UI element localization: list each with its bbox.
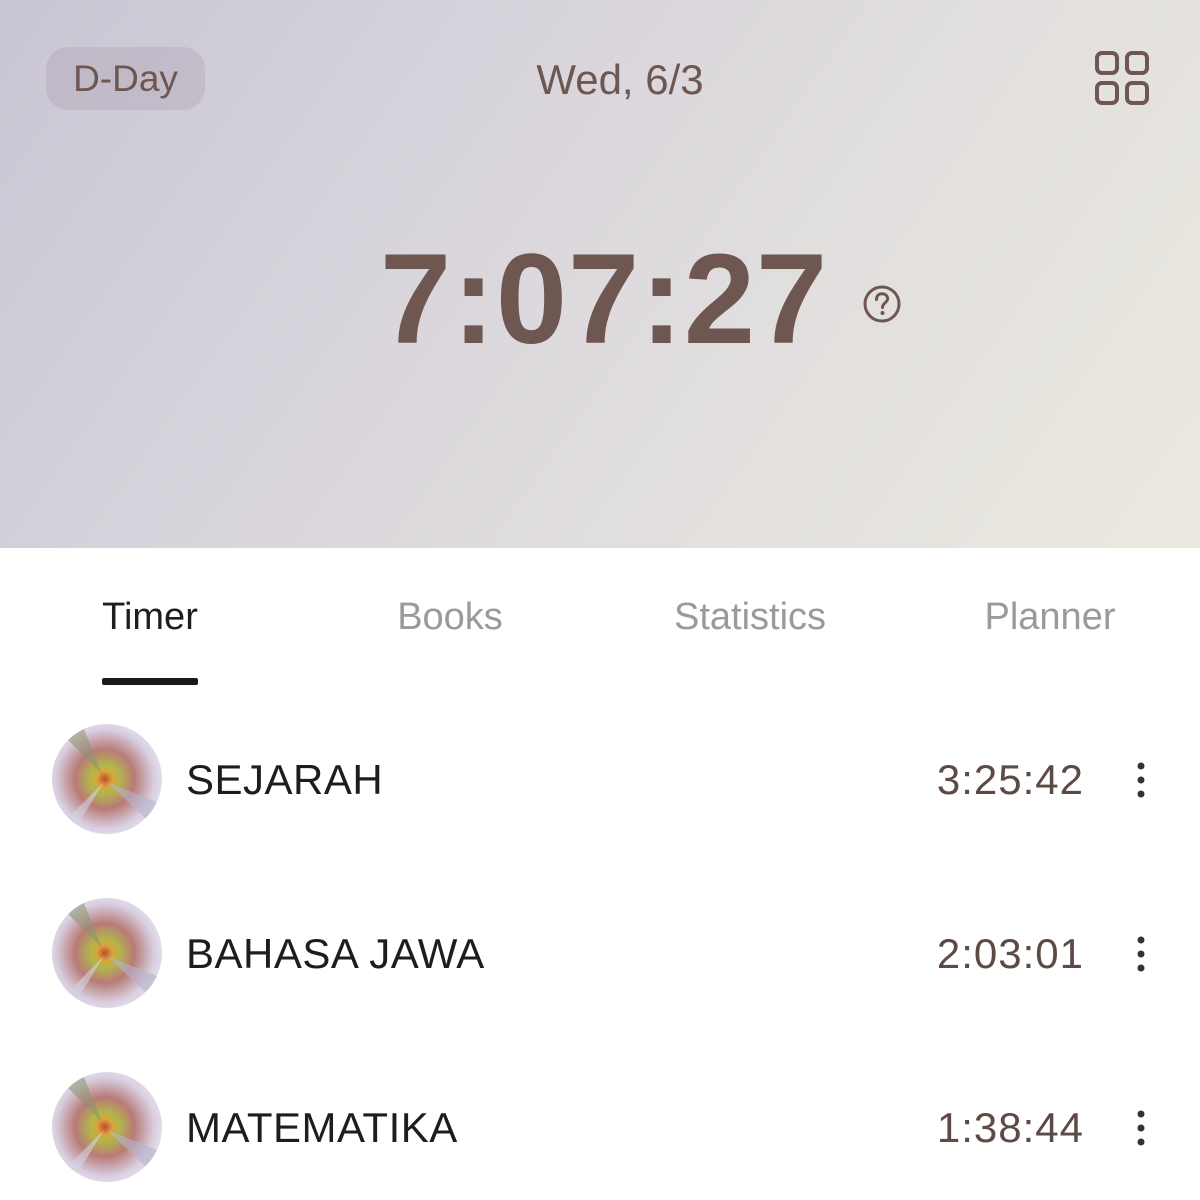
header-panel: D-Day Wed, 6/3 7:07:27 <box>0 0 1200 548</box>
subject-name: SEJARAH <box>186 756 384 803</box>
help-circle-icon[interactable] <box>862 284 902 324</box>
more-vertical-icon[interactable] <box>1128 760 1154 800</box>
subject-avatar <box>52 724 162 834</box>
subject-avatar <box>52 1072 162 1182</box>
more-vertical-icon[interactable] <box>1128 934 1154 974</box>
active-tab-indicator <box>102 678 198 685</box>
subject-time: 2:03:01 <box>936 930 1084 977</box>
subject-time: 1:38:44 <box>936 1104 1084 1151</box>
subject-name: BAHASA JAWA <box>186 930 485 977</box>
more-vertical-icon[interactable] <box>1128 1108 1154 1148</box>
subject-time: 3:25:42 <box>936 756 1084 803</box>
total-study-time: 7:07:27 <box>380 228 829 371</box>
tab-books[interactable]: Books <box>360 592 540 642</box>
list-item[interactable]: MATEMATIKA 1:38:44 <box>0 1046 1200 1200</box>
list-item[interactable]: BAHASA JAWA 2:03:01 <box>0 872 1200 1042</box>
list-item[interactable]: SEJARAH 3:25:42 <box>0 698 1200 868</box>
subject-name: MATEMATIKA <box>186 1104 458 1151</box>
tab-timer[interactable]: Timer <box>60 592 240 642</box>
tab-bar: Timer Books Statistics Planner <box>0 548 1200 698</box>
date-label[interactable]: Wed, 6/3 <box>470 52 770 108</box>
subject-avatar <box>52 898 162 1008</box>
grid-icon[interactable] <box>1094 50 1150 106</box>
tab-statistics[interactable]: Statistics <box>640 592 860 642</box>
tab-planner[interactable]: Planner <box>950 592 1150 642</box>
dday-button[interactable]: D-Day <box>46 47 205 110</box>
